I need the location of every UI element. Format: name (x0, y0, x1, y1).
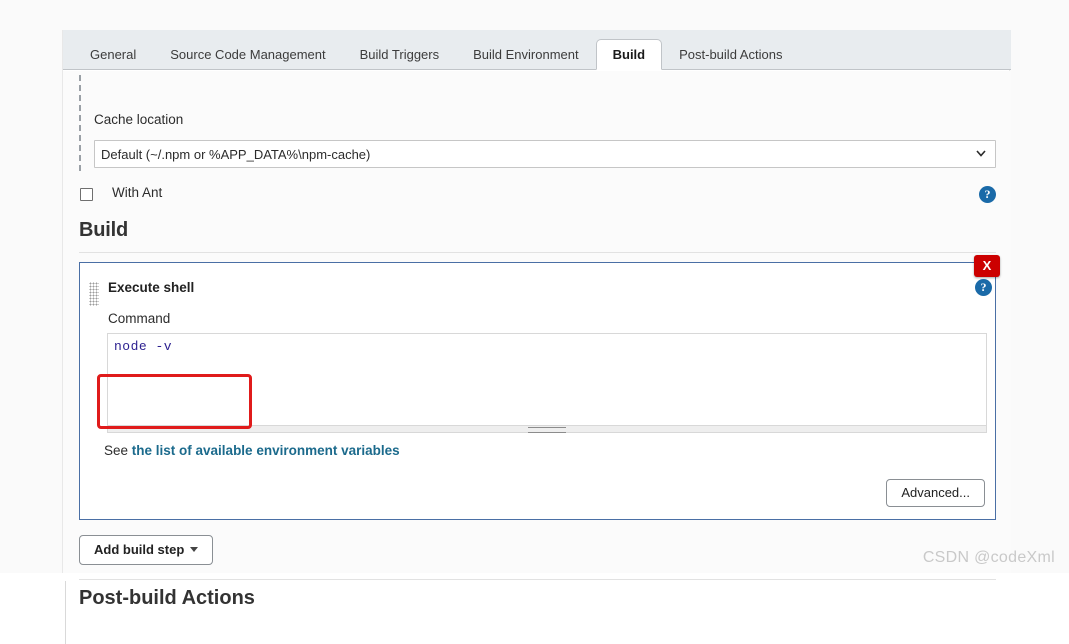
jenkins-config-panel: General Source Code Management Build Tri… (62, 30, 1011, 644)
remove-build-step-button[interactable]: X (974, 255, 1000, 277)
tab-build-triggers[interactable]: Build Triggers (343, 39, 456, 69)
execute-shell-help-icon[interactable]: ? (975, 279, 992, 296)
command-label: Command (108, 311, 171, 326)
tab-source-code-management[interactable]: Source Code Management (153, 39, 342, 69)
with-ant-help-icon[interactable]: ? (979, 186, 996, 203)
env-variables-line: See the list of available environment va… (104, 443, 400, 458)
config-form-area: Cache location Default (~/.npm or %APP_D… (63, 71, 1011, 644)
post-build-divider (79, 579, 996, 580)
tab-general[interactable]: General (73, 39, 153, 69)
cache-location-label: Cache location (94, 112, 184, 127)
build-section-divider (79, 252, 996, 253)
config-tab-bar: General Source Code Management Build Tri… (63, 30, 1011, 70)
watermark: CSDN @codeXml (922, 549, 1055, 566)
post-build-rail (65, 581, 66, 644)
section-connector-line (79, 75, 81, 171)
build-step-execute-shell: Execute shell X ? Command See the list o… (79, 255, 1000, 520)
cache-location-select-wrap: Default (~/.npm or %APP_DATA%\npm-cache)… (94, 140, 996, 168)
env-variables-link[interactable]: the list of available environment variab… (132, 443, 400, 458)
advanced-button[interactable]: Advanced... (886, 479, 985, 507)
build-section-heading: Build (79, 219, 128, 241)
tab-post-build-actions[interactable]: Post-build Actions (662, 39, 799, 69)
with-ant-row: With Ant ? (80, 185, 996, 207)
caret-down-icon (190, 547, 199, 553)
build-step-title: Execute shell (108, 280, 195, 295)
post-build-heading: Post-build Actions (79, 587, 255, 609)
textarea-resize-bar[interactable] (107, 426, 987, 433)
with-ant-label: With Ant (112, 185, 163, 200)
tab-build-environment[interactable]: Build Environment (456, 39, 596, 69)
add-build-step-label: Add build step (94, 542, 185, 557)
drag-handle-icon[interactable] (89, 282, 99, 306)
with-ant-checkbox[interactable] (80, 188, 93, 201)
resize-grip-icon (528, 427, 566, 433)
add-build-step-button[interactable]: Add build step (79, 535, 214, 565)
tab-strip: General Source Code Management Build Tri… (73, 29, 799, 70)
cache-location-select[interactable]: Default (~/.npm or %APP_DATA%\npm-cache)… (94, 140, 996, 168)
env-prefix-text: See (104, 443, 132, 458)
command-textarea[interactable] (107, 333, 987, 426)
page-root: General Source Code Management Build Tri… (0, 0, 1069, 644)
tab-build[interactable]: Build (595, 39, 663, 70)
